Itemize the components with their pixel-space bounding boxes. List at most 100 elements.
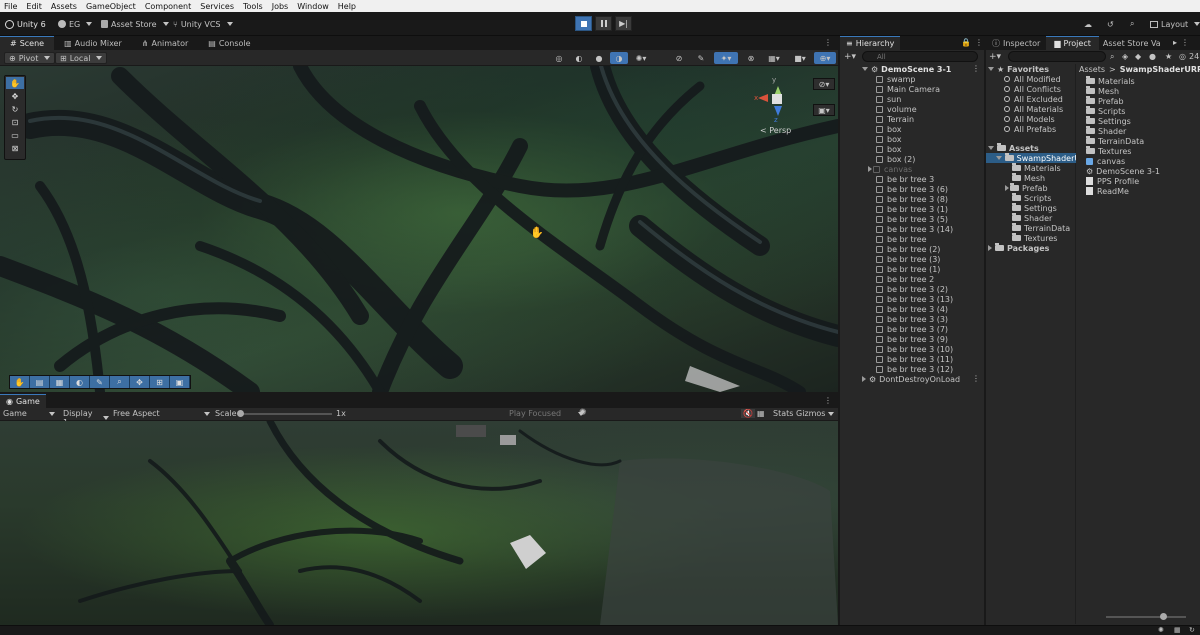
overlay-menu-button[interactable]: ⊘▾: [813, 78, 835, 90]
pause-button[interactable]: [595, 16, 612, 31]
layout-tool-bottom[interactable]: ▤: [30, 376, 50, 388]
menu-tools[interactable]: Tools: [243, 2, 263, 11]
scale-tool[interactable]: ⊡: [6, 116, 24, 128]
hierarchy-item[interactable]: be br tree (1): [876, 264, 940, 274]
step-button[interactable]: ▶|: [615, 16, 632, 31]
packages-row[interactable]: Packages: [988, 243, 1049, 253]
mute-audio-icon[interactable]: 🔇: [741, 409, 755, 418]
scale-slider[interactable]: [237, 410, 332, 417]
content-item[interactable]: Shader: [1086, 126, 1126, 136]
hierarchy-lock-icon[interactable]: 🔒: [961, 38, 971, 47]
subfolder-item[interactable]: Mesh: [1012, 173, 1045, 183]
dont-destroy-row[interactable]: ⚙ DontDestroyOnLoad: [862, 374, 960, 384]
filter-search-icon[interactable]: ⌕: [1110, 52, 1114, 62]
cloud-button[interactable]: ☁: [1084, 17, 1092, 31]
aspect-dropdown[interactable]: Free Aspect: [113, 409, 210, 418]
hierarchy-item[interactable]: be br tree 3 (6): [876, 184, 948, 194]
tab-project[interactable]: ▆ Project: [1046, 36, 1099, 50]
paint-tool-bottom[interactable]: ✎: [90, 376, 110, 388]
scale-slider-handle[interactable]: [237, 410, 244, 417]
game-mode-dropdown[interactable]: Game: [3, 409, 55, 418]
hierarchy-item[interactable]: be br tree 3 (3): [876, 314, 948, 324]
content-item[interactable]: Textures: [1086, 146, 1131, 156]
play-focused-dropdown[interactable]: Play Focused: [509, 409, 584, 418]
subfolder-item[interactable]: Materials: [1012, 163, 1061, 173]
tab-asset-store[interactable]: Asset Store Va: [1099, 36, 1165, 50]
hierarchy-item[interactable]: be br tree 3 (1): [876, 204, 948, 214]
status-progress-icon[interactable]: ▦: [1174, 626, 1181, 634]
breadcrumb-current[interactable]: SwampShaderURP: [1120, 65, 1200, 74]
orbit-tool-bottom[interactable]: ◐: [70, 376, 90, 388]
menu-jobs[interactable]: Jobs: [272, 2, 289, 11]
hierarchy-menu-icon[interactable]: ⋮: [975, 38, 983, 47]
shaded-wireframe-button[interactable]: ◐: [570, 52, 588, 64]
scene-viewport[interactable]: ✋ ✥ ↻ ⊡ ▭ ⊠ y x z < Persp ⊘▾ ▣▾ ✋: [0, 66, 838, 392]
content-item[interactable]: Mesh: [1086, 86, 1119, 96]
game-viewport[interactable]: [0, 421, 838, 625]
content-item[interactable]: ⚙ DemoScene 3-1: [1086, 166, 1160, 176]
tab-console[interactable]: ▤ Console: [198, 36, 260, 50]
hierarchy-item[interactable]: sun: [876, 94, 901, 104]
subfolder-item[interactable]: Prefab: [1005, 183, 1048, 193]
persp-label[interactable]: < Persp: [760, 126, 791, 135]
rotate-tool[interactable]: ↻: [6, 103, 24, 115]
status-bug-icon[interactable]: ✺: [1158, 626, 1164, 634]
tab-audio-mixer[interactable]: ▥ Audio Mixer: [54, 36, 132, 50]
hierarchy-item[interactable]: be br tree (2): [876, 244, 940, 254]
rect-tool[interactable]: ▭: [6, 129, 24, 141]
tab-game[interactable]: ◉ Game: [0, 394, 46, 408]
menu-window[interactable]: Window: [297, 2, 329, 11]
gizmos-dropdown[interactable]: ⊕▾: [814, 52, 836, 64]
subfolder-item[interactable]: Shader: [1012, 213, 1052, 223]
hierarchy-item[interactable]: be br tree 3 (8): [876, 194, 948, 204]
game-grid-icon[interactable]: ▦: [757, 409, 765, 418]
subfolder-item[interactable]: Scripts: [1012, 193, 1051, 203]
snap-tool-bottom[interactable]: ⊞: [150, 376, 170, 388]
menu-services[interactable]: Services: [200, 2, 234, 11]
view-tool-bottom[interactable]: ✋: [10, 376, 30, 388]
orientation-gizmo[interactable]: y x z < Persp: [752, 74, 802, 138]
hierarchy-item[interactable]: be br tree 3: [876, 174, 934, 184]
menu-file[interactable]: File: [4, 2, 17, 11]
hierarchy-item[interactable]: box: [876, 124, 901, 134]
game-tab-menu-icon[interactable]: ⋮: [824, 396, 832, 405]
subfolder-item[interactable]: Settings: [1012, 203, 1057, 213]
audio-fx-toggle[interactable]: ✦▾: [714, 52, 738, 64]
right-tab-menu-icon[interactable]: ⋮: [1181, 38, 1189, 47]
icon-size-slider[interactable]: [1106, 613, 1186, 620]
favorites-row[interactable]: ★ Favorites: [988, 64, 1049, 74]
content-item[interactable]: canvas: [1086, 156, 1125, 166]
hidden-packages-icon[interactable]: ◎: [1179, 52, 1186, 61]
filter-label-icon[interactable]: ◆: [1135, 52, 1141, 61]
hierarchy-item[interactable]: swamp: [876, 74, 915, 84]
2d-toggle[interactable]: ⊘: [670, 52, 688, 64]
hierarchy-item[interactable]: be br tree 3 (5): [876, 214, 948, 224]
content-item[interactable]: Scripts: [1086, 106, 1125, 116]
lit-shading-button[interactable]: ◑: [610, 52, 628, 64]
hierarchy-item[interactable]: be br tree 3 (7): [876, 324, 948, 334]
content-item[interactable]: TerrainData: [1086, 136, 1144, 146]
hierarchy-item[interactable]: box (2): [876, 154, 915, 164]
selected-folder-row[interactable]: SwampShaderURP: [986, 153, 1076, 163]
hierarchy-item[interactable]: box: [876, 134, 901, 144]
hierarchy-item[interactable]: be br tree 3 (9): [876, 334, 948, 344]
lighting-toggle[interactable]: ✎: [692, 52, 710, 64]
camera-dropdown[interactable]: ■▾: [788, 52, 812, 64]
scene-root-row[interactable]: ⚙ DemoScene 3-1: [862, 64, 951, 74]
project-search-input[interactable]: [1008, 51, 1106, 62]
menu-assets[interactable]: Assets: [51, 2, 77, 11]
tab-scroll-right-icon[interactable]: ▸: [1173, 38, 1177, 47]
hierarchy-item[interactable]: be br tree 3 (4): [876, 304, 948, 314]
subfolder-item[interactable]: Textures: [1012, 233, 1057, 243]
menu-gameobject[interactable]: GameObject: [86, 2, 136, 11]
subfolder-item[interactable]: TerrainData: [1012, 223, 1070, 233]
unity-button[interactable]: Unity 6: [5, 17, 46, 31]
hierarchy-item[interactable]: box: [876, 144, 901, 154]
hierarchy-item[interactable]: be br tree (3): [876, 254, 940, 264]
gizmo-center-cube[interactable]: [772, 94, 782, 104]
hierarchy-item[interactable]: Main Camera: [876, 84, 940, 94]
tab-inspector[interactable]: ⓘ Inspector: [986, 36, 1046, 50]
transform-tool[interactable]: ⊠: [6, 142, 24, 154]
content-item[interactable]: Settings: [1086, 116, 1131, 126]
play-button[interactable]: [575, 16, 592, 31]
